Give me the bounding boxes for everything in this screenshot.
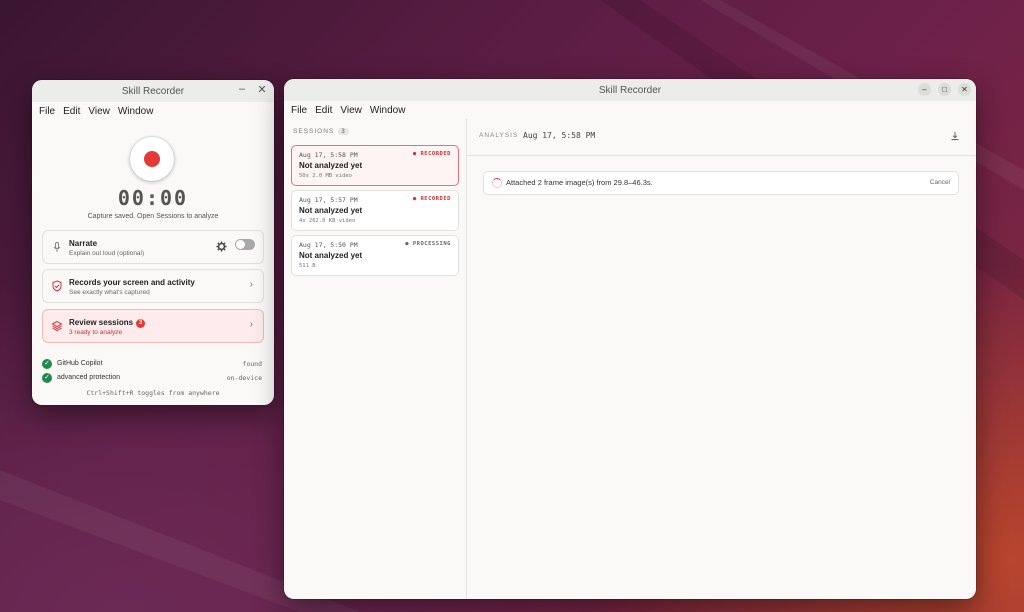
narrate-toggle[interactable] [235,239,255,250]
sessions-header: SESSIONS 3 [293,128,349,135]
status-name: advanced protection [57,374,121,381]
spinner-icon [492,178,502,188]
review-badge: 3 [136,319,146,328]
capture-note: Capture saved. Open Sessions to analyze [87,213,219,220]
check-icon: ✓ [42,359,52,369]
session-title: Not analyzed yet [299,206,363,215]
session-status: ● RECORDED [412,151,451,157]
session-status: ● PROCESSING [405,241,451,247]
cancel-button[interactable]: Cancel [930,179,950,186]
window-title: Skill Recorder [598,84,662,96]
minimize-button[interactable]: – [234,83,250,95]
menu-file[interactable]: File [287,105,311,116]
session-date: Aug 17, 5:58 PM [299,151,358,159]
download-icon[interactable] [950,131,960,141]
review-sessions-card[interactable]: Review sessions 3 3 ready to analyze › [42,309,264,343]
chevron-right-icon: › [249,279,253,290]
analysis-date: Aug 17, 5:58 PM [523,131,596,140]
analysis-header: ANALYSIS Aug 17, 5:58 PM [467,119,976,156]
close-button[interactable]: ✕ [254,83,270,96]
banner-text: Attached 2 frame image(s) from 29.8–46.3… [506,178,653,187]
window-title: Skill Recorder [121,85,185,97]
review-title: Review sessions 3 [69,318,146,328]
recorder-window: Skill Recorder – ✕ File Edit View Window… [32,80,274,405]
microphone-icon [53,242,61,252]
timer: 00:00 [117,186,189,210]
layers-icon [51,320,63,332]
records-subtitle: See exactly what's captured [69,289,150,296]
sessions-window: Skill Recorder – □ ✕ File Edit View Wind… [284,79,976,599]
record-dot-icon [144,151,160,167]
session-meta: 511 B [299,263,316,269]
chevron-right-icon: › [249,319,253,330]
gear-icon[interactable] [216,241,227,252]
review-title-text: Review sessions [69,318,134,327]
narrate-title: Narrate [69,239,98,248]
menu-view[interactable]: View [336,105,366,116]
sessions-count: 3 [338,128,349,135]
shield-icon [52,280,62,292]
session-item[interactable]: Aug 17, 5:50 PM ● PROCESSING Not analyze… [291,235,459,276]
records-title: Records your screen and activity [69,278,195,287]
sessions-label: SESSIONS [293,128,335,135]
narrate-card: Narrate Explain out loud (optional) [42,230,264,264]
record-button[interactable] [130,137,174,181]
menu-window[interactable]: Window [366,105,410,116]
menu-bar: File Edit View Window [32,102,274,120]
session-date: Aug 17, 5:50 PM [299,241,358,249]
review-subtitle: 3 ready to analyze [69,329,123,336]
menu-edit[interactable]: Edit [59,106,84,117]
session-meta: 4s 262.0 KB video [299,218,356,224]
menu-file[interactable]: File [35,106,59,117]
session-item[interactable]: Aug 17, 5:58 PM ● RECORDED Not analyzed … [291,145,459,186]
menu-bar: File Edit View Window [284,101,976,119]
session-meta: 50s 2.0 MB video [299,173,352,179]
titlebar[interactable]: Skill Recorder – ✕ [32,80,274,102]
menu-edit[interactable]: Edit [311,105,336,116]
session-title: Not analyzed yet [299,161,363,170]
records-card[interactable]: Records your screen and activity See exa… [42,269,264,303]
narrate-subtitle: Explain out loud (optional) [69,250,145,257]
analysis-label: ANALYSIS [479,132,519,139]
maximize-button[interactable]: □ [938,83,951,96]
session-item[interactable]: Aug 17, 5:57 PM ● RECORDED Not analyzed … [291,190,459,231]
status-protection: ✓ advanced protection on-device [42,373,262,385]
status-copilot: ✓ GitHub Copilot found [42,359,262,371]
status-value: on-device [226,374,262,382]
status-value: found [242,360,262,368]
close-button[interactable]: ✕ [958,83,971,96]
session-status: ● RECORDED [412,196,451,202]
check-icon: ✓ [42,373,52,383]
menu-window[interactable]: Window [114,106,158,117]
analysis-pane: ANALYSIS Aug 17, 5:58 PM Attached 2 fram… [467,119,976,599]
progress-banner: Attached 2 frame image(s) from 29.8–46.3… [483,171,959,195]
shortcut-hint: Ctrl+Shift+R toggles from anywhere [86,389,220,397]
menu-view[interactable]: View [84,106,114,117]
status-name: GitHub Copilot [57,360,103,367]
session-title: Not analyzed yet [299,251,363,260]
sessions-sidebar: SESSIONS 3 Aug 17, 5:58 PM ● RECORDED Not… [284,119,467,599]
session-date: Aug 17, 5:57 PM [299,196,358,204]
titlebar[interactable]: Skill Recorder – □ ✕ [284,79,976,101]
minimize-button[interactable]: – [918,83,931,96]
